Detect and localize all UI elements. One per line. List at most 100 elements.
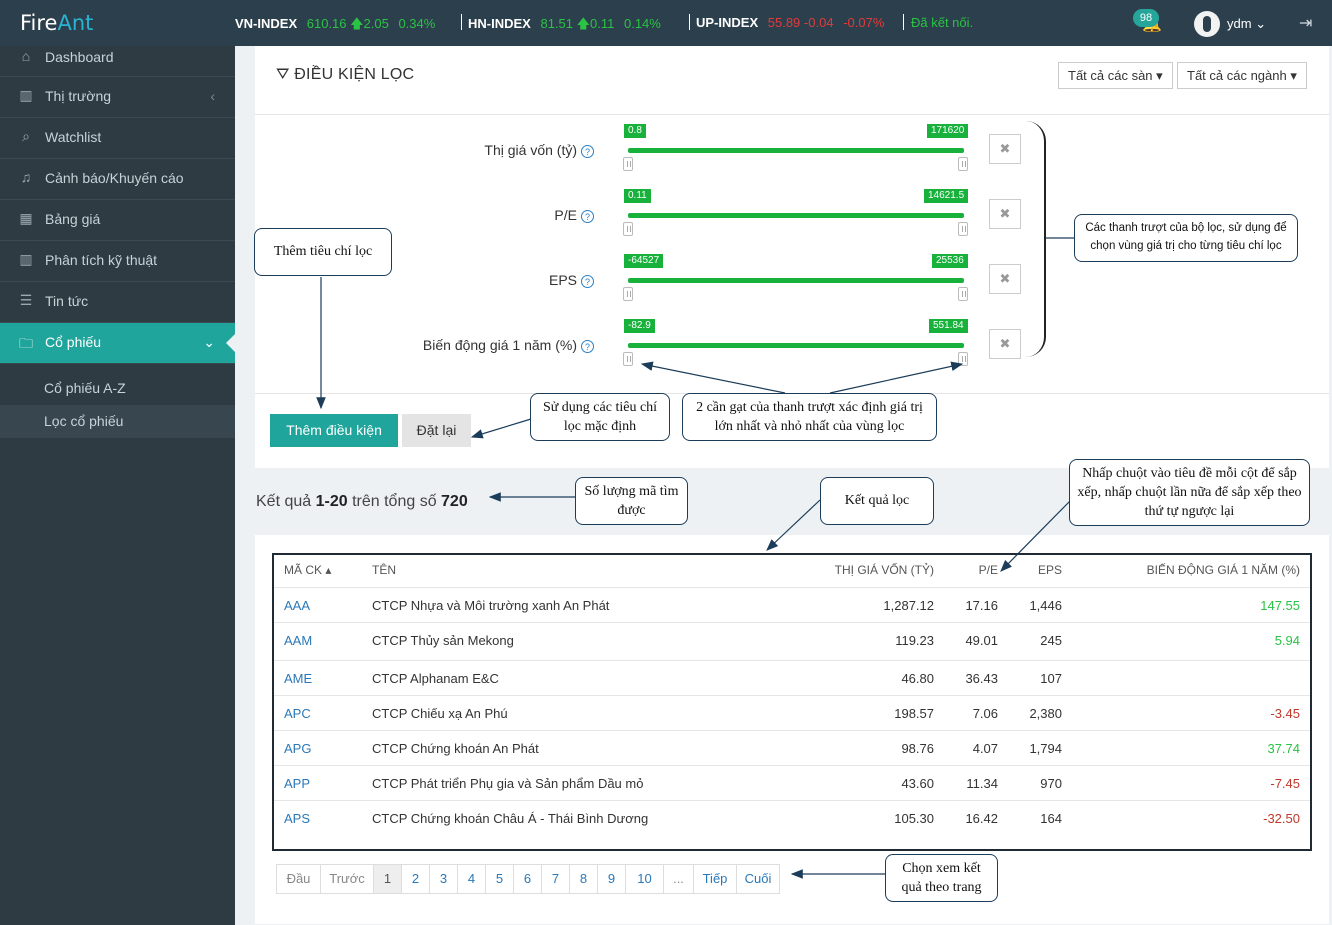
header-code[interactable]: MÃ CK ▴ xyxy=(284,563,331,577)
sidebar-item-stocks[interactable]: 🗀 Cổ phiếu ⌄ xyxy=(0,323,236,364)
slider-min-handle[interactable] xyxy=(623,222,633,236)
sidebar-item-label: Dashboard xyxy=(45,49,114,65)
slider-max-handle[interactable] xyxy=(958,287,968,301)
sidebar-item-technical-analysis[interactable]: ▥ Phân tích kỹ thuật xyxy=(0,241,235,282)
page-10[interactable]: 10 xyxy=(626,865,664,893)
remove-criterion-button[interactable]: ✖ xyxy=(989,134,1021,164)
cell-code[interactable]: APS xyxy=(284,811,344,826)
cell-code[interactable]: AME xyxy=(284,671,344,686)
sidebar-item-price-board[interactable]: ▦ Bảng giá xyxy=(0,200,235,241)
slider-track[interactable] xyxy=(628,343,964,348)
ticker-up-index[interactable]: UP-INDEX 55.89 -0.04 -0.07% xyxy=(696,15,884,30)
page-6[interactable]: 6 xyxy=(514,865,542,893)
page-prev[interactable]: Trước xyxy=(321,865,374,893)
slider-min-handle[interactable] xyxy=(623,352,633,366)
slider-max-handle[interactable] xyxy=(958,157,968,171)
page-7[interactable]: 7 xyxy=(542,865,570,893)
table-row[interactable]: APC CTCP Chiếu xạ An Phú 198.57 7.06 2,380 -3… xyxy=(274,695,1310,730)
logout-icon[interactable]: ⇥ xyxy=(1299,13,1312,33)
sidebar-item-news[interactable]: ☰ Tin tức xyxy=(0,282,235,323)
cell-pe: 16.42 xyxy=(965,811,998,826)
remove-criterion-button[interactable]: ✖ xyxy=(989,199,1021,229)
page-9[interactable]: 9 xyxy=(598,865,626,893)
industry-dropdown[interactable]: Tất cả các ngành ▾ xyxy=(1177,62,1307,89)
cell-code[interactable]: APG xyxy=(284,741,344,756)
list-icon: ☰ xyxy=(19,292,33,308)
table-row[interactable]: APP CTCP Phát triển Phụ gia và Sản phẩm D… xyxy=(274,765,1310,800)
callout-results: Kết quả lọc xyxy=(820,477,934,525)
callout-handles: 2 cần gạt của thanh trượt xác định giá t… xyxy=(682,393,937,441)
cell-code[interactable]: APC xyxy=(284,706,344,721)
sort-asc-icon: ▴ xyxy=(325,563,332,577)
slider-max-tag: 14621.5 xyxy=(924,189,969,203)
folder-icon: 🗀 xyxy=(19,335,33,351)
index-value: 55.89 xyxy=(767,15,801,30)
sidebar-subitem-stock-filter[interactable]: Lọc cổ phiếu xyxy=(0,405,235,438)
annotation-brace xyxy=(1026,121,1046,357)
header-market-cap[interactable]: THỊ GIÁ VỐN (TỶ) xyxy=(800,563,934,577)
help-icon[interactable]: ? xyxy=(581,274,594,288)
header-pe[interactable]: P/E xyxy=(958,563,998,577)
exchange-dropdown[interactable]: Tất cả các sàn ▾ xyxy=(1058,62,1173,89)
cell-price-change: 37.74 xyxy=(1267,741,1300,756)
sidebar-item-market[interactable]: ▥ Thị trường ‹ xyxy=(0,77,235,118)
help-icon[interactable]: ? xyxy=(581,144,594,158)
page-last[interactable]: Cuối xyxy=(737,865,779,893)
page-next[interactable]: Tiếp xyxy=(694,865,737,893)
table-row[interactable]: AME CTCP Alphanam E&C 46.80 36.43 107 xyxy=(274,660,1310,695)
help-icon[interactable]: ? xyxy=(581,339,594,353)
criterion-label-text: EPS xyxy=(548,272,577,288)
table-row[interactable]: APS CTCP Chứng khoán Châu Á - Thái Bình D… xyxy=(274,800,1310,835)
page-8[interactable]: 8 xyxy=(570,865,598,893)
page-first[interactable]: Đầu xyxy=(277,865,321,893)
user-menu[interactable]: ydm ⌄ xyxy=(1227,16,1266,32)
page-1[interactable]: 1 xyxy=(374,865,402,893)
remove-criterion-button[interactable]: ✖ xyxy=(989,264,1021,294)
page-5[interactable]: 5 xyxy=(486,865,514,893)
page-4[interactable]: 4 xyxy=(458,865,486,893)
header-eps[interactable]: EPS xyxy=(1022,563,1062,577)
sidebar-subitem-stocks-az[interactable]: Cổ phiếu A-Z xyxy=(0,372,235,405)
slider-min-handle[interactable] xyxy=(623,157,633,171)
slider-min-handle[interactable] xyxy=(623,287,633,301)
ticker-hn-index[interactable]: HN-INDEX 81.51 🡅0.11 0.14% xyxy=(468,15,661,37)
close-icon: ✖ xyxy=(999,336,1011,351)
ticker-separator xyxy=(903,14,904,30)
arrow-up-icon: 🡅 xyxy=(576,16,591,31)
slider-track[interactable] xyxy=(628,213,964,218)
sidebar: ⌂ Dashboard ▥ Thị trường ‹ ⌕ Watchlist ♫… xyxy=(0,46,236,925)
header-price-change[interactable]: BIẾN ĐỘNG GIÁ 1 NĂM (%) xyxy=(1100,563,1300,577)
cell-market-cap: 198.57 xyxy=(894,706,934,721)
cell-name: CTCP Chiếu xạ An Phú xyxy=(372,706,508,721)
slider-track[interactable] xyxy=(628,148,964,153)
table-row[interactable]: APG CTCP Chứng khoán An Phát 98.76 4.07 1,79… xyxy=(274,730,1310,765)
slider-max-handle[interactable] xyxy=(958,352,968,366)
cell-code[interactable]: AAA xyxy=(284,598,344,613)
header-name[interactable]: TÊN xyxy=(372,563,396,577)
sidebar-item-alerts[interactable]: ♫ Cảnh báo/Khuyến cáo xyxy=(0,159,235,200)
cell-code[interactable]: APP xyxy=(284,776,344,791)
sidebar-item-label: Watchlist xyxy=(45,129,102,145)
sidebar-item-dashboard[interactable]: ⌂ Dashboard xyxy=(0,46,235,77)
table-row[interactable]: AAM CTCP Thủy sản Mekong 119.23 49.01 245 5.9… xyxy=(274,622,1310,657)
reset-button[interactable]: Đặt lại xyxy=(402,414,471,447)
table-row[interactable]: AAA CTCP Nhựa và Môi trường xanh An Phát 1… xyxy=(274,587,1310,622)
slider-track[interactable] xyxy=(628,278,964,283)
add-condition-button[interactable]: Thêm điều kiện xyxy=(270,414,398,447)
slider-max-handle[interactable] xyxy=(958,222,968,236)
sidebar-item-label: Bảng giá xyxy=(45,211,101,227)
remove-criterion-button[interactable]: ✖ xyxy=(989,329,1021,359)
page-2[interactable]: 2 xyxy=(402,865,430,893)
help-icon[interactable]: ? xyxy=(581,209,594,223)
app-logo[interactable]: FireAnt xyxy=(20,11,93,35)
sidebar-item-watchlist[interactable]: ⌕ Watchlist xyxy=(0,118,235,159)
slider-max-tag: 171620 xyxy=(927,124,969,138)
index-name: VN-INDEX xyxy=(235,16,298,31)
cell-code[interactable]: AAM xyxy=(284,633,344,648)
page-3[interactable]: 3 xyxy=(430,865,458,893)
logo-ant: Ant xyxy=(57,11,94,35)
ticker-vn-index[interactable]: VN-INDEX 610.16 🡅2.05 0.34% xyxy=(235,15,435,37)
slider-max-tag: 551.84 xyxy=(929,319,968,333)
avatar[interactable] xyxy=(1194,11,1220,37)
notification-badge[interactable]: 98 xyxy=(1133,9,1159,27)
